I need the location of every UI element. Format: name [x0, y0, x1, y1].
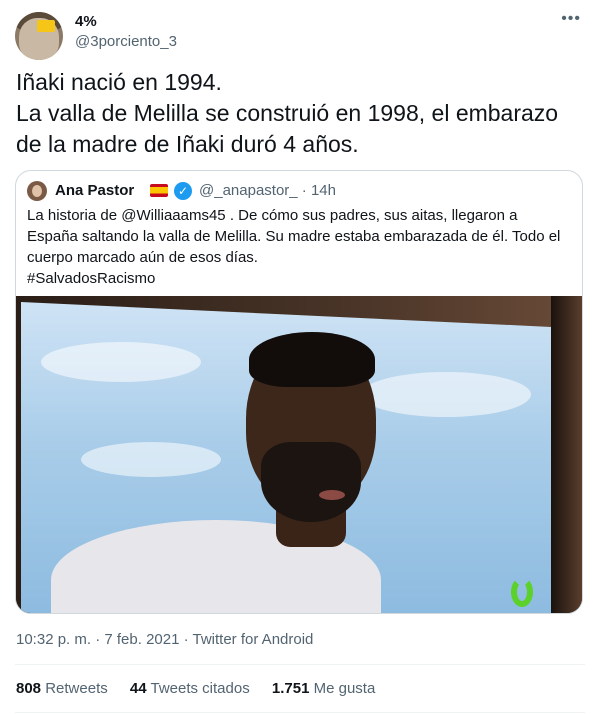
quotes-count: 44	[129, 680, 147, 697]
tweet-line: La valla de Melilla se construió en 1998…	[16, 100, 559, 126]
retweets-stat[interactable]: 808 Retweets	[16, 679, 108, 699]
quoted-tweet[interactable]: Ana Pastor ✓ @_anapastor_ · 14h La histo…	[15, 170, 583, 614]
more-horizontal-icon[interactable]: •••	[561, 10, 581, 28]
divider	[15, 664, 585, 665]
likes-count: 1.751	[271, 680, 310, 697]
quoted-tweet-header: Ana Pastor ✓ @_anapastor_ · 14h	[27, 181, 567, 201]
divider	[15, 712, 585, 713]
retweets-count: 808	[16, 680, 42, 697]
tweet-header: 4% @3porciento_3 •••	[15, 10, 585, 60]
likes-label: Me gusta	[313, 680, 376, 697]
author-avatar[interactable]	[15, 12, 63, 60]
quoted-line: La historia de @Williaaams45 . De cómo s…	[27, 207, 518, 224]
tweet-line: de la madre de Iñaki duró 4 años.	[16, 131, 359, 157]
quotes-label: Tweets citados	[150, 680, 250, 697]
quoted-line: España saltando la valla de Melilla. Su …	[27, 228, 561, 245]
quoted-tweet-photo[interactable]	[16, 296, 582, 613]
quoted-tweet-text: La historia de @Williaaams45 . De cómo s…	[27, 205, 577, 289]
channel-logo-icon	[511, 577, 533, 607]
tweet-timestamp[interactable]: 10:32 p. m. · 7 feb. 2021 · Twitter for …	[16, 630, 313, 650]
tweet-text: Iñaki nació en 1994. La valla de Melilla…	[16, 67, 586, 160]
author-name[interactable]: 4%	[75, 12, 97, 32]
retweets-label: Retweets	[45, 680, 108, 697]
hashtag-link[interactable]: #SalvadosRacismo	[27, 268, 577, 289]
quoted-author-name: Ana Pastor	[55, 182, 135, 199]
tweet-line: Iñaki nació en 1994.	[16, 69, 222, 95]
quoted-author-avatar	[27, 181, 47, 201]
likes-stat[interactable]: 1.751 Me gusta	[272, 679, 375, 699]
quoted-author-handle-time: @_anapastor_ · 14h	[199, 182, 336, 199]
author-handle[interactable]: @3porciento_3	[75, 32, 177, 52]
tweet-stats: 808 Retweets 44 Tweets citados 1.751 Me …	[16, 679, 393, 699]
tv-screen	[21, 302, 551, 613]
spain-flag-icon	[150, 184, 168, 197]
quotes-stat[interactable]: 44 Tweets citados	[130, 679, 250, 699]
quoted-line: cuerpo marcado aún de esos días.	[27, 249, 258, 266]
verified-badge-icon: ✓	[174, 182, 192, 200]
